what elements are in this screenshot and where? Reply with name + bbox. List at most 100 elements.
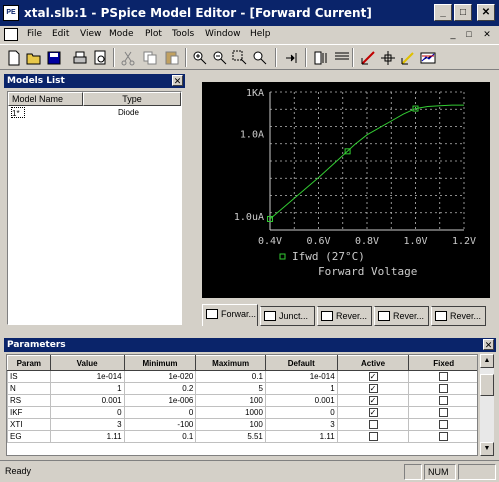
paste-icon[interactable] — [162, 48, 181, 67]
param-cell[interactable]: IS — [7, 370, 51, 383]
column-header-type[interactable]: Type — [83, 92, 181, 106]
tab-forward-current[interactable]: Forwar... — [202, 304, 258, 326]
app-icon[interactable]: PE — [3, 5, 19, 21]
minimum-cell[interactable]: 1e-006 — [123, 394, 197, 407]
fixed-checkbox[interactable] — [439, 432, 449, 442]
vertical-scrollbar[interactable]: ▲ ▼ — [480, 354, 494, 456]
table-row[interactable]: IKF 0 0 1000 0 ✓ — [7, 406, 477, 419]
menu-window[interactable]: Window — [205, 29, 241, 39]
trace-icon[interactable] — [398, 48, 417, 67]
param-cell[interactable]: EG — [7, 430, 51, 443]
maximum-cell[interactable]: 1000 — [195, 406, 266, 419]
model-type-cell[interactable]: Diode — [118, 107, 139, 118]
menu-view[interactable]: View — [80, 29, 101, 39]
value-cell[interactable]: 1.11 — [49, 430, 125, 443]
maximize-button[interactable]: □ — [454, 4, 472, 21]
menu-mode[interactable]: Mode — [109, 29, 134, 39]
scroll-up-icon[interactable]: ▲ — [480, 354, 494, 368]
table-row[interactable]: IS 1e-014 1e-020 0.1 1e-014 ✓ — [7, 370, 477, 383]
default-cell[interactable]: 3 — [264, 418, 338, 431]
active-checkbox[interactable]: ✓ — [368, 408, 378, 418]
minimum-cell[interactable]: 0.1 — [123, 430, 197, 443]
zoom-in-icon[interactable] — [190, 48, 209, 67]
active-checkbox[interactable]: ✓ — [368, 384, 378, 394]
value-cell[interactable]: 0 — [49, 406, 125, 419]
menu-tools[interactable]: Tools — [172, 29, 194, 39]
table-row[interactable]: XTI 3 -100 100 3 — [7, 418, 477, 431]
zoom-out-icon[interactable] — [210, 48, 229, 67]
close-button[interactable]: ✕ — [477, 4, 495, 21]
default-cell[interactable]: 1.11 — [264, 430, 338, 443]
fixed-checkbox[interactable] — [439, 396, 449, 406]
cursor-icon[interactable] — [378, 48, 397, 67]
grid-icon[interactable] — [332, 48, 351, 67]
tab-reverse-recovery[interactable]: Rever... — [431, 306, 486, 326]
column-header-maximum[interactable]: Maximum — [195, 355, 266, 371]
active-checkbox[interactable]: ✓ — [368, 372, 378, 382]
maximum-cell[interactable]: 5.51 — [195, 430, 266, 443]
new-icon[interactable] — [4, 48, 23, 67]
print-icon[interactable] — [70, 48, 89, 67]
maximum-cell[interactable]: 5 — [195, 382, 266, 395]
param-cell[interactable]: N — [7, 382, 51, 395]
table-row[interactable]: EG 1.11 0.1 5.51 1.11 — [7, 430, 477, 443]
fixed-checkbox[interactable] — [439, 420, 449, 430]
minimum-cell[interactable]: 1e-020 — [123, 370, 197, 383]
close-icon[interactable]: ✕ — [172, 75, 183, 86]
scroll-down-icon[interactable]: ▼ — [480, 442, 494, 456]
menu-help[interactable]: Help — [250, 29, 271, 39]
column-header-default[interactable]: Default — [264, 355, 338, 371]
default-cell[interactable]: 0 — [264, 406, 338, 419]
open-icon[interactable] — [24, 48, 43, 67]
tab-junction-capacitance[interactable]: Junct... — [260, 306, 315, 326]
column-header-param[interactable]: Param — [7, 355, 51, 371]
default-cell[interactable]: 0.001 — [264, 394, 338, 407]
edit-point-icon[interactable] — [358, 48, 377, 67]
column-header-value[interactable]: Value — [49, 355, 125, 371]
extract-icon[interactable] — [282, 48, 301, 67]
fixed-checkbox[interactable] — [439, 384, 449, 394]
default-cell[interactable]: 1e-014 — [264, 370, 338, 383]
copy-icon[interactable] — [140, 48, 159, 67]
table-row[interactable]: N 1 0.2 5 1 ✓ — [7, 382, 477, 395]
param-cell[interactable]: RS — [7, 394, 51, 407]
mdi-minimize-button[interactable]: _ — [447, 29, 459, 40]
table-row[interactable]: RS 0.001 1e-006 100 0.001 ✓ — [7, 394, 477, 407]
models-list[interactable]: Model Name Type 1* Diode — [7, 91, 182, 325]
column-header-active[interactable]: Active — [336, 355, 410, 371]
cut-icon[interactable] — [118, 48, 137, 67]
column-header-minimum[interactable]: Minimum — [123, 355, 197, 371]
value-cell[interactable]: 1e-014 — [49, 370, 125, 383]
default-cell[interactable]: 1 — [264, 382, 338, 395]
param-cell[interactable]: IKF — [7, 406, 51, 419]
close-icon[interactable]: ✕ — [483, 339, 494, 350]
fixed-checkbox[interactable] — [439, 408, 449, 418]
active-checkbox[interactable] — [368, 420, 378, 430]
maximum-cell[interactable]: 100 — [195, 394, 266, 407]
param-cell[interactable]: XTI — [7, 418, 51, 431]
tab-reverse-breakdown[interactable]: Rever... — [374, 306, 429, 326]
minimum-cell[interactable]: -100 — [123, 418, 197, 431]
zoom-fit-icon[interactable] — [250, 48, 269, 67]
active-checkbox[interactable]: ✓ — [368, 396, 378, 406]
layout-icon[interactable] — [312, 48, 331, 67]
mdi-restore-button[interactable]: □ — [463, 29, 475, 40]
minimum-cell[interactable]: 0.2 — [123, 382, 197, 395]
graph-icon[interactable] — [418, 48, 437, 67]
minimum-cell[interactable]: 0 — [123, 406, 197, 419]
fixed-checkbox[interactable] — [439, 372, 449, 382]
value-cell[interactable]: 1 — [49, 382, 125, 395]
column-header-fixed[interactable]: Fixed — [408, 355, 477, 371]
menu-edit[interactable]: Edit — [52, 29, 69, 39]
model-name-cell[interactable]: 1* — [11, 107, 25, 118]
column-header-model-name[interactable]: Model Name — [8, 92, 83, 106]
print-preview-icon[interactable] — [90, 48, 109, 67]
maximum-cell[interactable]: 100 — [195, 418, 266, 431]
save-icon[interactable] — [44, 48, 63, 67]
value-cell[interactable]: 3 — [49, 418, 125, 431]
mdi-close-button[interactable]: ✕ — [481, 29, 493, 40]
tab-reverse-leakage[interactable]: Rever... — [317, 306, 372, 326]
minimize-button[interactable]: _ — [434, 4, 452, 21]
active-checkbox[interactable] — [368, 432, 378, 442]
value-cell[interactable]: 0.001 — [49, 394, 125, 407]
